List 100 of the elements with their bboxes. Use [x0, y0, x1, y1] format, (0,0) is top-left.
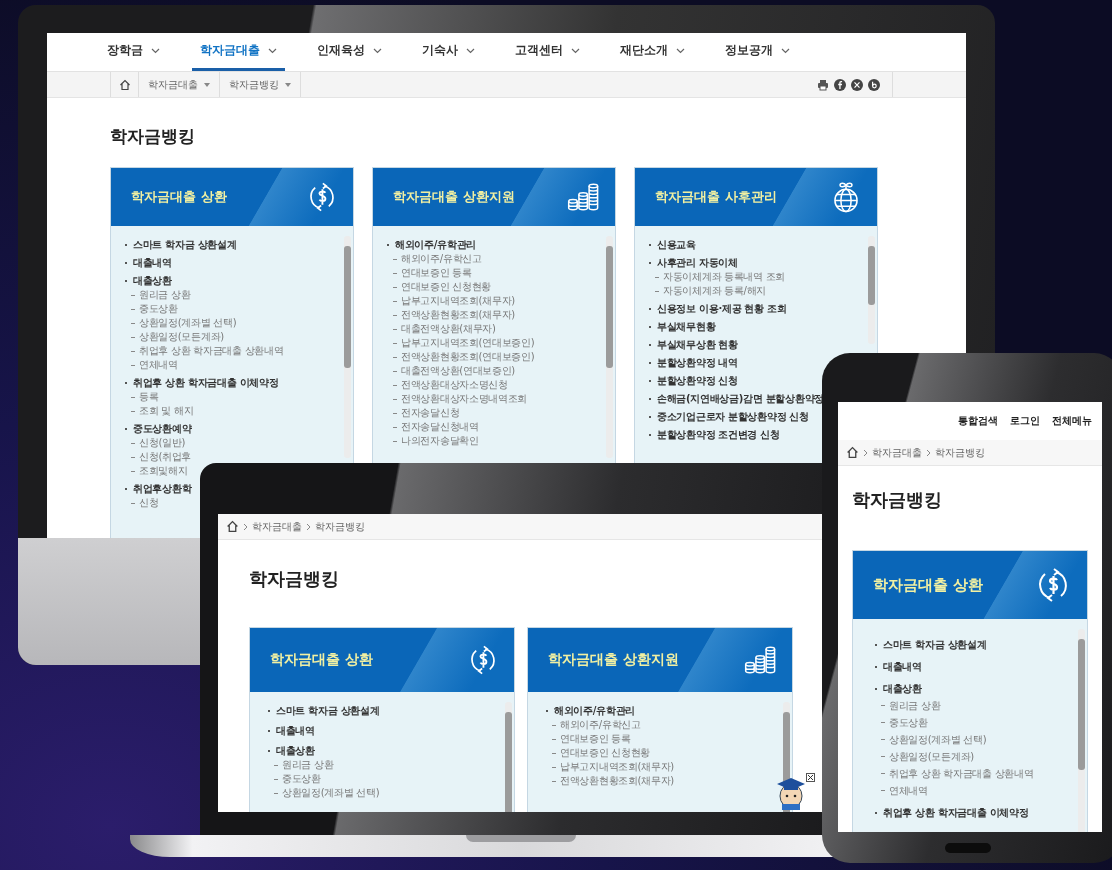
share-icon[interactable]	[851, 78, 863, 91]
menu-link[interactable]: 취업후상환학	[125, 482, 192, 496]
print-icon[interactable]	[817, 78, 829, 91]
breadcrumb-dropdown[interactable]: 학자금대출	[139, 72, 220, 97]
chevron-down-icon	[781, 47, 790, 54]
header-link[interactable]: 통합검색	[958, 414, 998, 428]
nav-tab[interactable]: 인재육성	[309, 33, 390, 71]
breadcrumb-link[interactable]: 학자금뱅킹	[935, 445, 985, 460]
submenu-link[interactable]: 조회 및 해지	[131, 404, 194, 418]
menu-link[interactable]: 신용정보 이용·제공 현황 조회	[649, 302, 787, 316]
menu-link[interactable]: 부실채무상환 현황	[649, 338, 738, 352]
menu-link[interactable]: 스마트 학자금 상환설계	[875, 637, 987, 653]
submenu-link[interactable]: 원리금 상환	[881, 697, 941, 714]
menu-link[interactable]: 대출내역	[268, 724, 315, 738]
submenu-link[interactable]: 중도상환	[881, 714, 928, 731]
submenu-link[interactable]: 연대보증인 등록	[393, 266, 472, 280]
submenu-link[interactable]: 신청(일반)	[131, 436, 185, 450]
submenu-link[interactable]: 전액상환대상자소명신청	[393, 378, 508, 392]
submenu-link[interactable]: 신청(취업후	[131, 450, 192, 464]
submenu-link[interactable]: 자동이체계좌 등록내역 조회	[655, 270, 786, 284]
share-icon[interactable]	[868, 78, 880, 91]
chevron-down-icon	[466, 47, 475, 54]
nav-tab[interactable]: 정보공개	[717, 33, 798, 71]
scrollbar[interactable]	[1078, 629, 1085, 832]
caret-icon	[285, 82, 291, 87]
submenu-link[interactable]: 납부고지내역조회(채무자)	[393, 294, 515, 308]
submenu-link[interactable]: 대출전액상환(채무자)	[393, 322, 496, 336]
submenu-link[interactable]: 등록	[131, 390, 159, 404]
menu-link[interactable]: 부실채무현황	[649, 320, 716, 334]
nav-tab[interactable]: 장학금	[99, 33, 168, 71]
submenu-link[interactable]: 전자송달신청	[393, 406, 460, 420]
share-icon[interactable]	[834, 78, 846, 91]
submenu-link[interactable]: 전액상환대상자소명내역조회	[393, 392, 528, 406]
menu-link[interactable]: 스마트 학자금 상환설계	[125, 238, 237, 252]
breadcrumb-link[interactable]: 학자금대출	[872, 445, 922, 460]
menu-link[interactable]: 분할상환약정 내역	[649, 356, 738, 370]
scrollbar[interactable]	[606, 236, 613, 458]
submenu-link[interactable]: 원리금 상환	[274, 758, 334, 772]
scrollbar[interactable]	[868, 236, 875, 344]
submenu-link[interactable]: 취업후 상환 학자금대출 상환내역	[881, 765, 1034, 782]
submenu-link[interactable]: 전액상환현황조회(채무자)	[393, 308, 515, 322]
menu-link[interactable]: 분할상환약정 조건변경 신청	[649, 428, 780, 442]
menu-link[interactable]: 중소기업근로자 분할상환약정 신청	[649, 410, 809, 424]
submenu-link[interactable]: 납부고지내역조회(연대보증인)	[393, 336, 535, 350]
menu-link[interactable]: 스마트 학자금 상환설계	[268, 704, 380, 718]
menu-link[interactable]: 대출상환	[125, 274, 172, 288]
submenu-link[interactable]: 연체내역	[131, 358, 178, 372]
menu-link[interactable]: 취업후 상환 학자금대출 이체약정	[125, 376, 279, 390]
home-icon[interactable]	[226, 520, 239, 533]
nav-tab[interactable]: 기숙사	[414, 33, 483, 71]
home-icon[interactable]	[846, 446, 859, 459]
submenu-link[interactable]: 나의전자송달확인	[393, 434, 479, 448]
menu-link[interactable]: 중도상환예약	[125, 422, 192, 436]
menu-link[interactable]: 취업후 상환 학자금대출 이체약정	[875, 805, 1029, 821]
submenu-link[interactable]: 전자송달신청내역	[393, 420, 479, 434]
menu-link[interactable]: 대출내역	[125, 256, 172, 270]
scrollbar[interactable]	[344, 236, 351, 458]
submenu-link[interactable]: 해외이주/유학신고	[552, 718, 641, 732]
submenu-link[interactable]: 상환일정(계좌별 선택)	[131, 316, 237, 330]
breadcrumb-dropdown[interactable]: 학자금뱅킹	[220, 72, 301, 97]
submenu-link[interactable]: 연대보증인 신청현황	[393, 280, 492, 294]
menu-link[interactable]: 분할상환약정 신청	[649, 374, 738, 388]
nav-tab[interactable]: 고객센터	[507, 33, 588, 71]
submenu-link[interactable]: 취업후 상환 학자금대출 상환내역	[131, 344, 284, 358]
submenu-link[interactable]: 대출전액상환(연대보증인)	[393, 364, 515, 378]
submenu-link[interactable]: 상환일정(모든계좌)	[131, 330, 224, 344]
menu-link[interactable]: 대출내역	[875, 659, 922, 675]
menu-link[interactable]: 사후관리 자동이체	[649, 256, 738, 270]
menu-link[interactable]: 해외이주/유학관리	[546, 704, 635, 718]
submenu-link[interactable]: 연체내역	[881, 782, 928, 799]
submenu-link[interactable]: 전액상환현황조회(연대보증인)	[393, 350, 535, 364]
submenu-link[interactable]: 중도상환	[274, 772, 321, 786]
submenu-link[interactable]: 상환일정(계좌별 선택)	[881, 731, 987, 748]
submenu-link[interactable]: 상환일정(모든계좌)	[881, 748, 974, 765]
breadcrumb-link[interactable]: 학자금대출	[252, 519, 302, 534]
submenu-link[interactable]: 중도상환	[131, 302, 178, 316]
submenu-link[interactable]: 해외이주/유학신고	[393, 252, 482, 266]
submenu-link[interactable]: 연대보증인 등록	[552, 732, 631, 746]
menu-link[interactable]: 손해금(지연배상금)감면 분할상환약정	[649, 392, 824, 406]
submenu-link[interactable]: 상환일정(계좌별 선택)	[274, 786, 380, 800]
card-title: 학자금대출 상환지원	[393, 188, 515, 206]
chevron-down-icon	[373, 47, 382, 54]
menu-link[interactable]: 대출상환	[268, 744, 315, 758]
submenu-link[interactable]: 원리금 상환	[131, 288, 191, 302]
card-title: 학자금대출 사후관리	[655, 188, 777, 206]
submenu-link[interactable]: 자동이체계좌 등록/해지	[655, 284, 766, 298]
menu-link[interactable]: 신용교육	[649, 238, 696, 252]
submenu-link[interactable]: 연대보증인 신청현황	[552, 746, 651, 760]
header-link[interactable]: 로그인	[1010, 414, 1040, 428]
chevron-down-icon	[676, 47, 685, 54]
submenu-link[interactable]: 납부고지내역조회(채무자)	[552, 760, 674, 774]
submenu-link[interactable]: 전액상환현황조회(채무자)	[552, 774, 674, 788]
nav-tab[interactable]: 재단소개	[612, 33, 693, 71]
header-link[interactable]: 전체메뉴	[1052, 414, 1092, 428]
submenu-link[interactable]: 신청	[131, 496, 159, 510]
close-icon[interactable]	[806, 773, 815, 782]
breadcrumb-link[interactable]: 학자금뱅킹	[315, 519, 365, 534]
menu-link[interactable]: 대출상환	[875, 681, 922, 697]
menu-link[interactable]: 해외이주/유학관리	[387, 238, 476, 252]
submenu-link[interactable]: 조회및해지	[131, 464, 188, 478]
